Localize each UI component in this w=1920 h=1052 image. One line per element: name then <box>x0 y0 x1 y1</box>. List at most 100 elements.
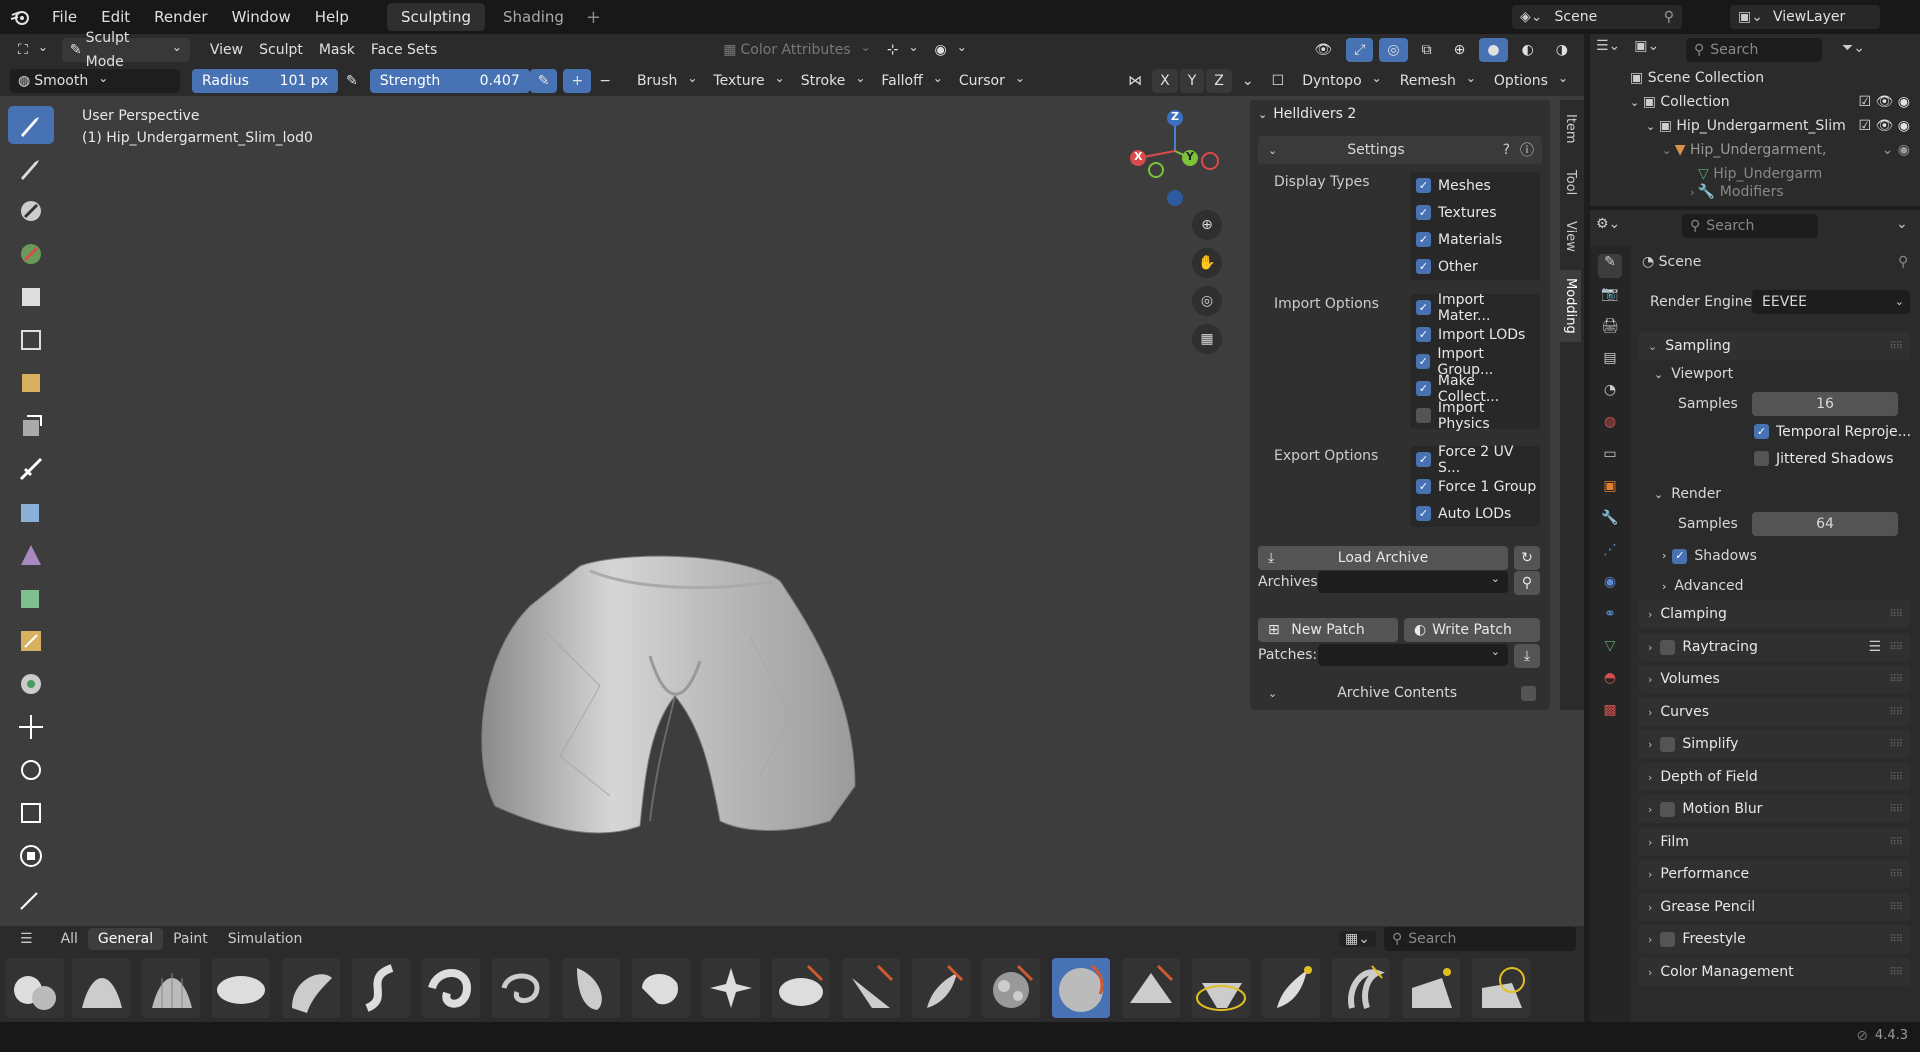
raytracing-section[interactable]: › Raytracing ☰ ⠿⠿ <box>1638 633 1910 661</box>
outliner-row[interactable]: ⌄ ▣ Collection ☑ 👁 ◉ <box>1630 90 1910 114</box>
brush-thumbnail-smooth-selected[interactable] <box>1052 958 1110 1018</box>
refresh-icon[interactable]: ↻ <box>1514 546 1540 570</box>
display-options-icon[interactable]: ▦⌄ <box>1339 931 1376 947</box>
texture-dropdown[interactable]: Texture <box>705 69 792 93</box>
strength-field[interactable]: Strength 0.407 <box>369 69 530 93</box>
brush-tab-all[interactable]: All <box>51 928 88 950</box>
advanced-subsection[interactable]: › Advanced <box>1662 574 1744 598</box>
properties-search-input[interactable]: ⚲ Search <box>1682 214 1818 238</box>
move-tool-icon[interactable] <box>8 708 54 746</box>
texture-tab-icon[interactable]: ▩ <box>1598 702 1622 726</box>
mesh-filter-tool-icon[interactable] <box>8 493 54 531</box>
addon-header[interactable]: ⌄ Helldivers 2 <box>1258 106 1356 122</box>
line-project-tool-icon[interactable] <box>8 450 54 488</box>
radius-pressure-icon[interactable]: ✎ <box>338 69 366 93</box>
brush-panel-dropdown[interactable]: Brush <box>629 69 705 93</box>
tab-view[interactable]: View <box>1560 213 1581 260</box>
viewport-samples-field[interactable]: 16 <box>1752 392 1898 416</box>
symmetry-more-icon[interactable]: ⌄ <box>1234 69 1262 93</box>
performance-section[interactable]: › Performance ⠿⠿ <box>1638 860 1910 888</box>
box-mask-tool-icon[interactable] <box>8 278 54 316</box>
settings-header[interactable]: ⌄ Settings ? ⓘ <box>1258 136 1542 164</box>
gizmo-toggle-icon[interactable]: ⤢ <box>1346 38 1374 62</box>
draw-brush-tool-icon[interactable] <box>8 106 54 144</box>
menu-view[interactable]: View <box>202 38 251 62</box>
add-workspace-icon[interactable]: + <box>586 7 601 28</box>
import-physics-checkbox[interactable]: Import Physics <box>1416 400 1540 432</box>
radius-field[interactable]: Radius 101 px <box>192 69 338 93</box>
brush-thumbnail[interactable] <box>1332 958 1390 1018</box>
output-tab-icon[interactable]: 🖨 <box>1598 318 1622 342</box>
scale-tool-icon[interactable] <box>8 794 54 832</box>
camera-icon[interactable]: ◎ <box>1192 286 1222 316</box>
clamping-section[interactable]: › Clamping ⠿⠿ <box>1638 600 1910 628</box>
annotate-tool-icon[interactable] <box>8 880 54 918</box>
tab-item[interactable]: Item <box>1560 106 1581 152</box>
pivot-icon[interactable]: ◉ <box>927 38 975 62</box>
axis-z-toggle[interactable]: Z <box>1206 69 1232 93</box>
data-tab-icon[interactable]: ▽ <box>1598 638 1622 662</box>
mask-brush-tool-icon[interactable] <box>8 192 54 230</box>
row-visibility-icons[interactable]: ⌄ ◉ <box>1881 138 1910 162</box>
brush-thumbnail[interactable] <box>492 958 550 1018</box>
view-layer-tab-icon[interactable]: ▤ <box>1598 350 1622 374</box>
archive-contents-checkbox[interactable] <box>1521 685 1536 701</box>
outliner-search-input[interactable]: ⚲ Search <box>1686 38 1822 62</box>
symmetry-icon[interactable]: ⋈ <box>1120 69 1150 93</box>
force-2-uv-checkbox[interactable]: ✓ Force 2 UV S... <box>1416 444 1540 476</box>
tool-tab-icon[interactable]: ✎ <box>1598 254 1622 278</box>
axis-x-toggle[interactable]: X <box>1152 69 1178 93</box>
patch-download-icon[interactable]: ⤓ <box>1514 644 1540 668</box>
jittered-shadows-checkbox[interactable]: Jittered Shadows <box>1754 445 1894 472</box>
textures-checkbox[interactable]: ✓ Textures <box>1416 199 1540 226</box>
row-visibility-icons[interactable]: ☑ 👁 ◉ <box>1858 114 1910 138</box>
grid-perspective-icon[interactable]: ▦ <box>1192 324 1222 354</box>
temporal-reprojection-checkbox[interactable]: ✓ Temporal Reproje... <box>1754 418 1911 445</box>
outliner-row[interactable]: ▣ Scene Collection <box>1630 66 1764 90</box>
options-dropdown[interactable]: Options <box>1486 69 1576 93</box>
navigation-gizmo[interactable]: Z X Y <box>1120 106 1230 216</box>
axis-y-toggle[interactable]: Y <box>1179 69 1205 93</box>
force-1-group-checkbox[interactable]: ✓ Force 1 Group <box>1416 473 1540 500</box>
tab-tool[interactable]: Tool <box>1560 162 1581 203</box>
box-face-set-tool-icon[interactable] <box>8 364 54 402</box>
menu-file[interactable]: File <box>40 0 89 34</box>
brush-thumbnail[interactable] <box>702 958 760 1018</box>
tab-sculpting[interactable]: Sculpting <box>386 3 485 31</box>
color-management-section[interactable]: › Color Management ⠿⠿ <box>1638 958 1910 986</box>
remesh-dropdown[interactable]: Remesh <box>1392 69 1484 93</box>
mask-by-color-tool-icon[interactable] <box>8 665 54 703</box>
brush-selector[interactable]: ◍ Smooth <box>10 69 180 93</box>
edit-face-set-tool-icon[interactable] <box>8 622 54 660</box>
brush-thumbnail[interactable] <box>562 958 620 1018</box>
menu-window[interactable]: Window <box>220 0 303 34</box>
paint-brush-tool-icon[interactable] <box>8 149 54 187</box>
depth-of-field-section[interactable]: › Depth of Field ⠿⠿ <box>1638 763 1910 791</box>
brush-thumbnail[interactable] <box>912 958 970 1018</box>
help-icon[interactable]: ? <box>1503 142 1510 158</box>
outliner-row[interactable]: › 🔧 Modifiers <box>1690 182 1784 202</box>
grease-pencil-section[interactable]: › Grease Pencil ⠿⠿ <box>1638 893 1910 921</box>
properties-editor-icon[interactable]: ⚙⌄ <box>1596 216 1620 232</box>
properties-options-icon[interactable]: ⌄ <box>1896 216 1908 232</box>
brush-thumbnail[interactable] <box>352 958 410 1018</box>
particles-tab-icon[interactable]: ⋰ <box>1598 542 1622 566</box>
brush-search-input[interactable]: ⚲ Search <box>1384 927 1576 951</box>
brush-thumbnail[interactable] <box>632 958 690 1018</box>
viewport-subsection[interactable]: ⌄ Viewport <box>1654 362 1733 386</box>
brush-thumbnail[interactable] <box>1262 958 1320 1018</box>
shadows-subsection[interactable]: › ✓ Shadows <box>1662 544 1757 568</box>
brush-tab-paint[interactable]: Paint <box>163 928 218 950</box>
load-archive-button[interactable]: ⤓ Load Archive <box>1258 546 1508 570</box>
box-hide-tool-icon[interactable] <box>8 321 54 359</box>
tab-modding[interactable]: Modding <box>1560 269 1581 342</box>
object-tab-icon[interactable]: ▣ <box>1598 478 1622 502</box>
patches-dropdown[interactable]: ⌄ <box>1318 644 1508 666</box>
cursor-dropdown[interactable]: Cursor <box>951 69 1033 93</box>
transform-orientation-icon[interactable]: ⊹ <box>879 38 927 62</box>
collection-tab-icon[interactable]: ▭ <box>1598 446 1622 470</box>
brush-thumbnail[interactable] <box>772 958 830 1018</box>
brush-thumbnail[interactable] <box>142 958 200 1018</box>
motion-blur-section[interactable]: › Motion Blur ⠿⠿ <box>1638 795 1910 823</box>
transform-tool-icon[interactable] <box>8 837 54 875</box>
